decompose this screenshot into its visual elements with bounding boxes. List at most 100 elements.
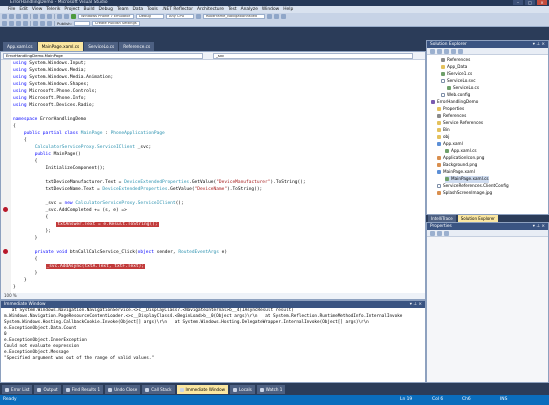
menu-telerik[interactable]: Telerik <box>46 6 60 13</box>
uncomment-icon[interactable] <box>9 21 14 26</box>
tab-undo-close[interactable]: Undo Close <box>105 385 141 394</box>
comment-icon[interactable] <box>2 21 7 26</box>
save-all-icon[interactable] <box>23 14 28 19</box>
menu-build[interactable]: Build <box>83 6 94 13</box>
tab-intellitrace[interactable]: IntelliTrace <box>428 215 456 222</box>
member-dropdown[interactable]: _svc <box>213 53 413 59</box>
tree-item[interactable]: Bin <box>437 127 450 134</box>
start-debug-icon[interactable] <box>71 14 76 19</box>
publish-select[interactable] <box>73 21 90 26</box>
find-icon[interactable] <box>196 14 201 19</box>
menu-window[interactable]: Window <box>262 6 279 13</box>
editor-gutter[interactable] <box>1 60 11 294</box>
tree-item[interactable]: obj <box>437 134 449 141</box>
tab-find-results[interactable]: Find Results 1 <box>62 385 104 394</box>
tree-item[interactable]: References <box>437 113 466 120</box>
maximize-icon[interactable]: □ <box>525 0 535 5</box>
undo-icon[interactable] <box>57 14 62 19</box>
menu-debug[interactable]: Debug <box>98 6 112 13</box>
tree-item[interactable]: Service References <box>437 120 483 127</box>
indent-icon[interactable] <box>16 21 21 26</box>
type-dropdown[interactable]: ErrorHandlingDemo.MainPage <box>3 53 203 59</box>
view-designer-icon[interactable] <box>458 49 463 54</box>
properties-icon[interactable] <box>274 14 279 19</box>
tree-item[interactable]: References <box>441 57 470 64</box>
tab-reference-cs[interactable]: Reference.cs <box>119 42 155 51</box>
alphabetical-icon[interactable] <box>437 231 442 236</box>
pin-icon[interactable]: ▾ ⊥ × <box>533 223 545 230</box>
tab-watch[interactable]: Watch 1 <box>256 385 286 394</box>
code-editor[interactable]: ErrorHandlingDemo.MainPage _svc using Sy… <box>0 51 426 300</box>
platform-select[interactable]: Any CPU <box>166 14 194 19</box>
menu-help[interactable]: Help <box>283 6 293 13</box>
zoom-level[interactable]: 100 % <box>1 293 425 299</box>
tree-item[interactable]: ServiceLo.svc <box>441 78 476 85</box>
config-select[interactable]: Debug <box>136 14 164 19</box>
immediate-window[interactable]: Immediate Window ▾ ⊥ × at System.Windows… <box>0 300 426 383</box>
tree-item[interactable]: Web.config <box>441 92 470 99</box>
tab-servicelo-cs[interactable]: ServiceLo.cs <box>84 42 119 51</box>
tab-error-list[interactable]: Error List <box>2 385 33 394</box>
cut-icon[interactable] <box>33 14 38 19</box>
tab-output[interactable]: Output <box>34 385 61 394</box>
show-all-files-icon[interactable] <box>437 49 442 54</box>
tree-item[interactable]: ServiceLo.cs <box>447 85 479 92</box>
menu-data[interactable]: Data <box>133 6 143 13</box>
menu-tools[interactable]: Tools <box>147 6 158 13</box>
tree-item[interactable]: MainPage.xaml <box>437 169 475 176</box>
tab-solution-explorer[interactable]: Solution Explorer <box>457 215 498 222</box>
immediate-output[interactable]: at System.Windows.Navigation.NavigationS… <box>1 308 425 382</box>
tab-app-xaml-cs[interactable]: App.xaml.cs <box>3 42 37 51</box>
properties-grid[interactable] <box>427 230 548 382</box>
outdent-icon[interactable] <box>23 21 28 26</box>
emulator-select[interactable]: Windows Phone 7 Emulator <box>78 14 134 19</box>
breakpoint-icon[interactable] <box>3 249 8 254</box>
find-combo[interactable]: RootFrame_NavigationFailed <box>203 14 265 19</box>
code-area[interactable]: using System.Windows.Input; using System… <box>13 60 423 294</box>
tab-call-stack[interactable]: Call Stack <box>142 385 175 394</box>
next-bookmark-icon[interactable] <box>47 21 52 26</box>
tree-item-selected[interactable]: MainPage.xaml.cs <box>445 176 489 183</box>
bookmark-icon[interactable] <box>33 21 38 26</box>
menu-reflector[interactable]: .NET Reflector <box>162 6 193 13</box>
property-pages-icon[interactable] <box>444 231 449 236</box>
menu-edit[interactable]: Edit <box>19 6 28 13</box>
close-icon[interactable]: × <box>537 0 547 5</box>
breakpoint-icon[interactable] <box>3 207 8 212</box>
tree-item[interactable]: App.xaml.cs <box>445 148 477 155</box>
menu-view[interactable]: View <box>32 6 42 13</box>
save-icon[interactable] <box>16 14 21 19</box>
publish-settings-button[interactable]: Create Publish Settings <box>91 21 140 26</box>
solution-explorer-icon[interactable] <box>267 14 272 19</box>
refresh-icon[interactable] <box>444 49 449 54</box>
open-icon[interactable] <box>9 14 14 19</box>
redo-icon[interactable] <box>64 14 69 19</box>
tree-item[interactable]: ErrorHandlingDemo <box>431 99 478 106</box>
tree-item[interactable]: ApplicationIcon.png <box>437 155 484 162</box>
tab-mainpage-xaml-cs[interactable]: MainPage.xaml.cs <box>37 42 84 51</box>
menu-analyze[interactable]: Analyze <box>241 6 258 13</box>
menu-test[interactable]: Test <box>228 6 237 13</box>
menu-team[interactable]: Team <box>117 6 129 13</box>
tree-item[interactable]: App_Data <box>441 64 467 71</box>
new-project-icon[interactable] <box>2 14 7 19</box>
view-code-icon[interactable] <box>451 49 456 54</box>
toolbox-icon[interactable] <box>281 14 286 19</box>
minimize-icon[interactable]: – <box>513 0 523 5</box>
paste-icon[interactable] <box>47 14 52 19</box>
tree-item[interactable]: ServiceReferences.ClientConfig <box>437 183 509 190</box>
tree-item[interactable]: Background.png <box>437 162 477 169</box>
pin-icon[interactable]: ▾ ⊥ × <box>410 301 422 308</box>
categorized-icon[interactable] <box>430 231 435 236</box>
tab-locals[interactable]: Locals <box>230 385 255 394</box>
prev-bookmark-icon[interactable] <box>40 21 45 26</box>
copy-icon[interactable] <box>40 14 45 19</box>
tree-item[interactable]: IService1.cs <box>441 71 472 78</box>
tree-item[interactable]: App.xaml <box>437 141 463 148</box>
menu-project[interactable]: Project <box>64 6 79 13</box>
pin-icon[interactable]: ▾ ⊥ × <box>533 41 545 48</box>
menu-architecture[interactable]: Architecture <box>197 6 224 13</box>
tree-item[interactable]: SplashScreenImage.jpg <box>437 190 492 197</box>
menu-file[interactable]: File <box>8 6 15 13</box>
tree-item[interactable]: Properties <box>437 106 464 113</box>
